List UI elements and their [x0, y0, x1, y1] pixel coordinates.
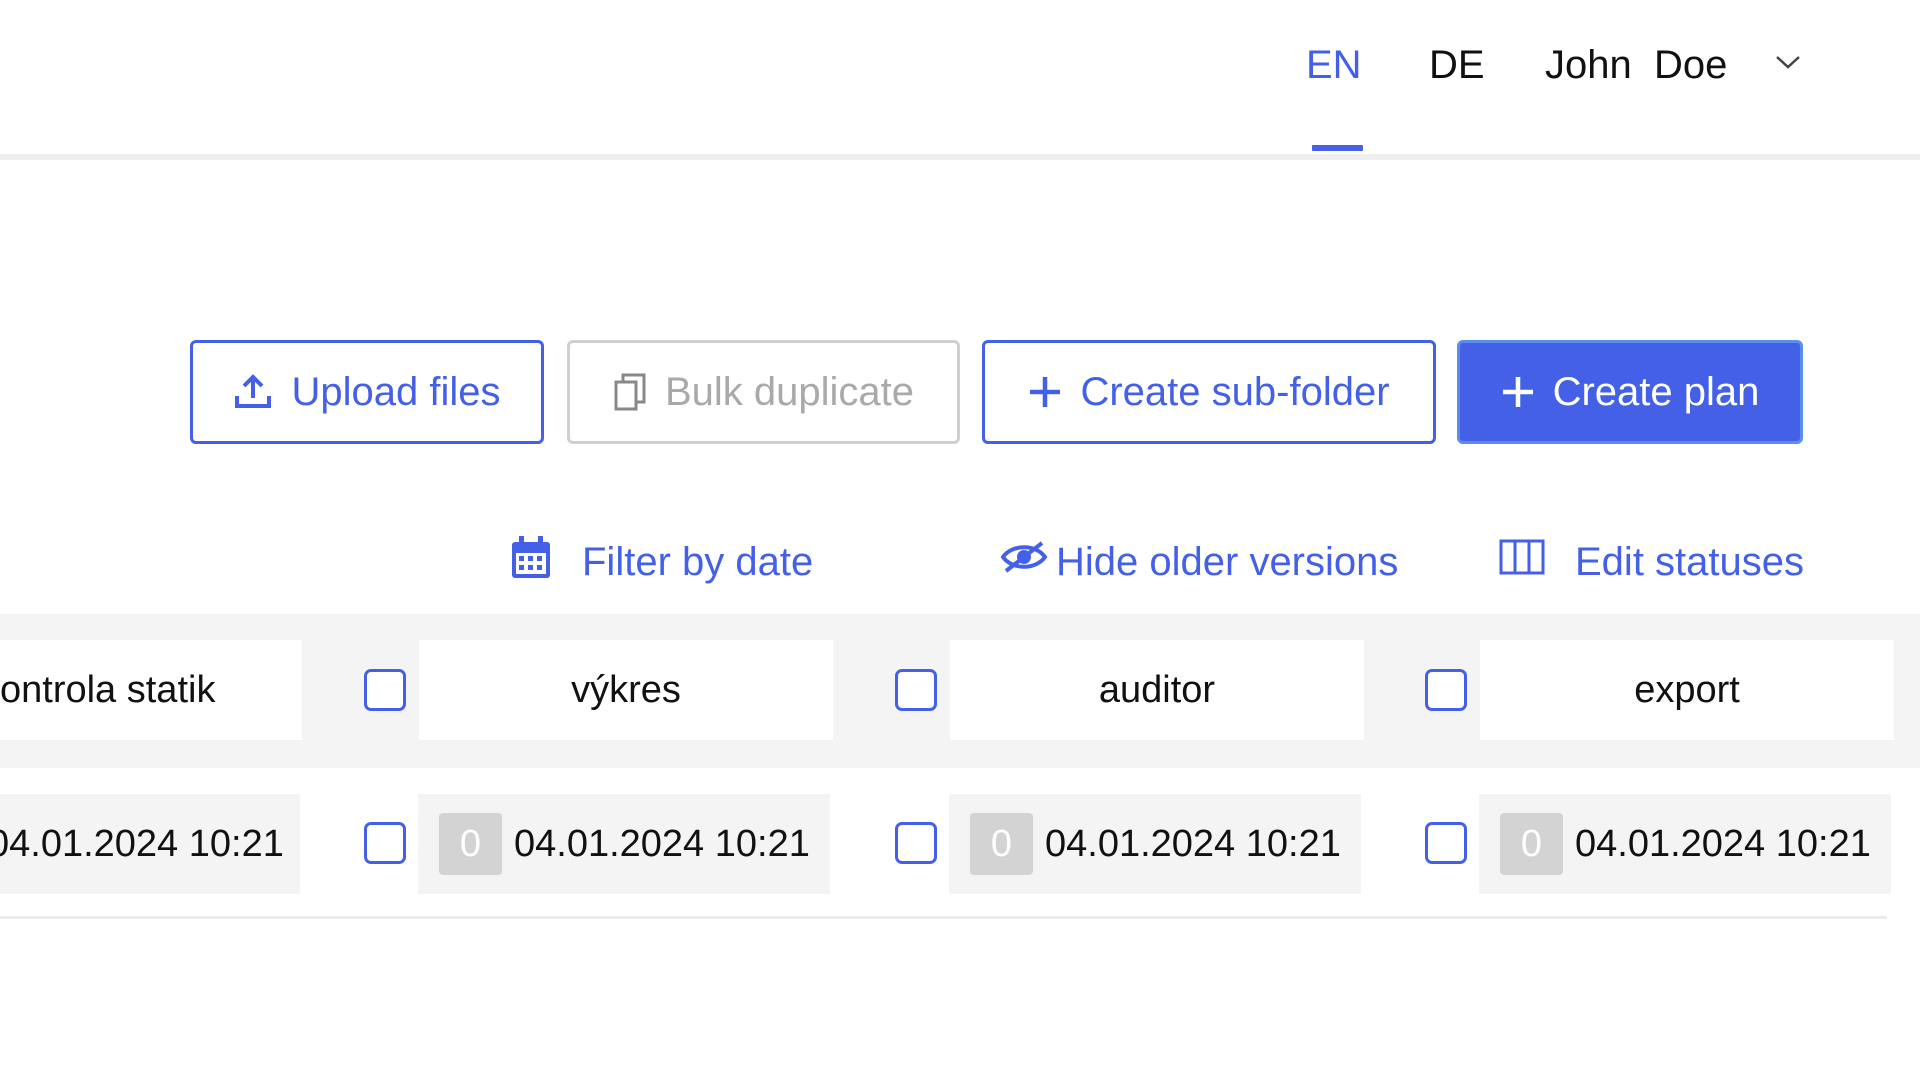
status-column-checkbox[interactable] — [1425, 669, 1467, 711]
status-date-cell: 0 04.01.2024 10:21 — [418, 794, 830, 894]
status-date-cell: 0 04.01.2024 10:21 — [1479, 794, 1891, 894]
create-subfolder-label: Create sub-folder — [1080, 369, 1390, 414]
status-column-checkbox[interactable] — [895, 669, 937, 711]
count-badge: 0 — [439, 813, 502, 875]
status-date-cell: 0 04.01.2024 10:21 — [949, 794, 1361, 894]
create-subfolder-button[interactable]: Create sub-folder — [982, 340, 1436, 444]
row-status-checkbox[interactable] — [895, 822, 937, 864]
status-date: 04.01.2024 10:21 — [1575, 822, 1871, 865]
plus-icon — [1028, 375, 1062, 409]
status-column-header: auditor — [950, 640, 1364, 740]
row-status-checkbox[interactable] — [1425, 822, 1467, 864]
calendar-icon — [510, 534, 552, 590]
bulk-duplicate-label: Bulk duplicate — [664, 369, 915, 414]
create-plan-button[interactable]: Create plan — [1457, 340, 1803, 444]
filter-by-date-label: Filter by date — [582, 539, 814, 584]
status-column-label: ontrola statik — [0, 668, 216, 711]
edit-statuses-button[interactable]: Edit statuses — [1499, 535, 1804, 589]
hide-older-versions-button[interactable]: Hide older versions — [1000, 535, 1398, 589]
language-en[interactable]: EN — [1306, 40, 1362, 90]
duplicate-icon — [613, 372, 647, 412]
row-status-checkbox[interactable] — [364, 822, 406, 864]
language-de[interactable]: DE — [1429, 40, 1485, 90]
status-column-header: export — [1480, 640, 1894, 740]
status-date-cell: 04.01.2024 10:21 — [0, 794, 300, 894]
status-column-checkbox[interactable] — [364, 669, 406, 711]
status-column-label: export — [1634, 668, 1740, 711]
status-date: 04.01.2024 10:21 — [514, 822, 810, 865]
active-language-indicator — [1312, 145, 1363, 151]
eye-slash-icon — [1000, 538, 1048, 586]
upload-files-label: Upload files — [291, 369, 501, 414]
count-badge: 0 — [1500, 813, 1563, 875]
upload-icon — [233, 374, 273, 410]
status-date: 04.01.2024 10:21 — [0, 822, 284, 865]
row-divider — [0, 916, 1887, 919]
create-plan-label: Create plan — [1552, 369, 1760, 414]
status-column-label: auditor — [1098, 668, 1216, 711]
status-column-label: výkres — [571, 668, 681, 711]
count-badge: 0 — [970, 813, 1033, 875]
hide-older-versions-label: Hide older versions — [1056, 539, 1399, 584]
status-column-header: výkres — [419, 640, 833, 740]
user-name[interactable]: John Doe — [1545, 40, 1727, 90]
chevron-down-icon[interactable] — [1775, 54, 1801, 75]
columns-icon — [1499, 538, 1545, 586]
edit-statuses-label: Edit statuses — [1575, 539, 1805, 584]
upload-files-button[interactable]: Upload files — [190, 340, 544, 444]
bulk-duplicate-button[interactable]: Bulk duplicate — [567, 340, 960, 444]
status-date: 04.01.2024 10:21 — [1045, 822, 1341, 865]
status-column-header: ontrola statik — [0, 640, 302, 740]
filter-by-date-button[interactable]: Filter by date — [510, 535, 813, 589]
plus-icon — [1501, 375, 1535, 409]
